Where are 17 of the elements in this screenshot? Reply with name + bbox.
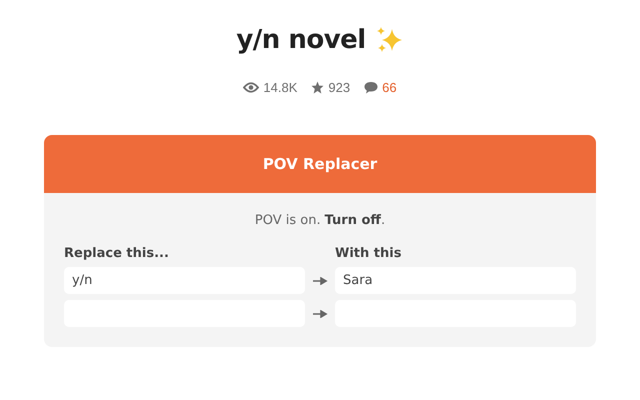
arrow-icon — [312, 310, 328, 318]
replace-field[interactable]: y/n — [64, 267, 305, 294]
story-title: y/n novel — [236, 25, 366, 55]
comment-icon — [364, 81, 378, 94]
column-label: Replace this... — [64, 246, 170, 261]
views-count: 14.8K — [263, 80, 298, 95]
status-text: POV is on. — [254, 213, 321, 228]
star-icon — [311, 81, 324, 94]
status-period: . — [380, 213, 386, 228]
arrow-icon — [312, 276, 328, 284]
column-label: With this — [335, 246, 402, 261]
card-title: POV Replacer — [262, 155, 378, 173]
turn-off-link[interactable]: Turn off — [324, 213, 381, 228]
comments-count: 66 — [382, 80, 397, 95]
stars-count: 923 — [328, 80, 350, 95]
eye-icon — [243, 82, 260, 93]
with-field[interactable]: Sara — [335, 267, 576, 294]
